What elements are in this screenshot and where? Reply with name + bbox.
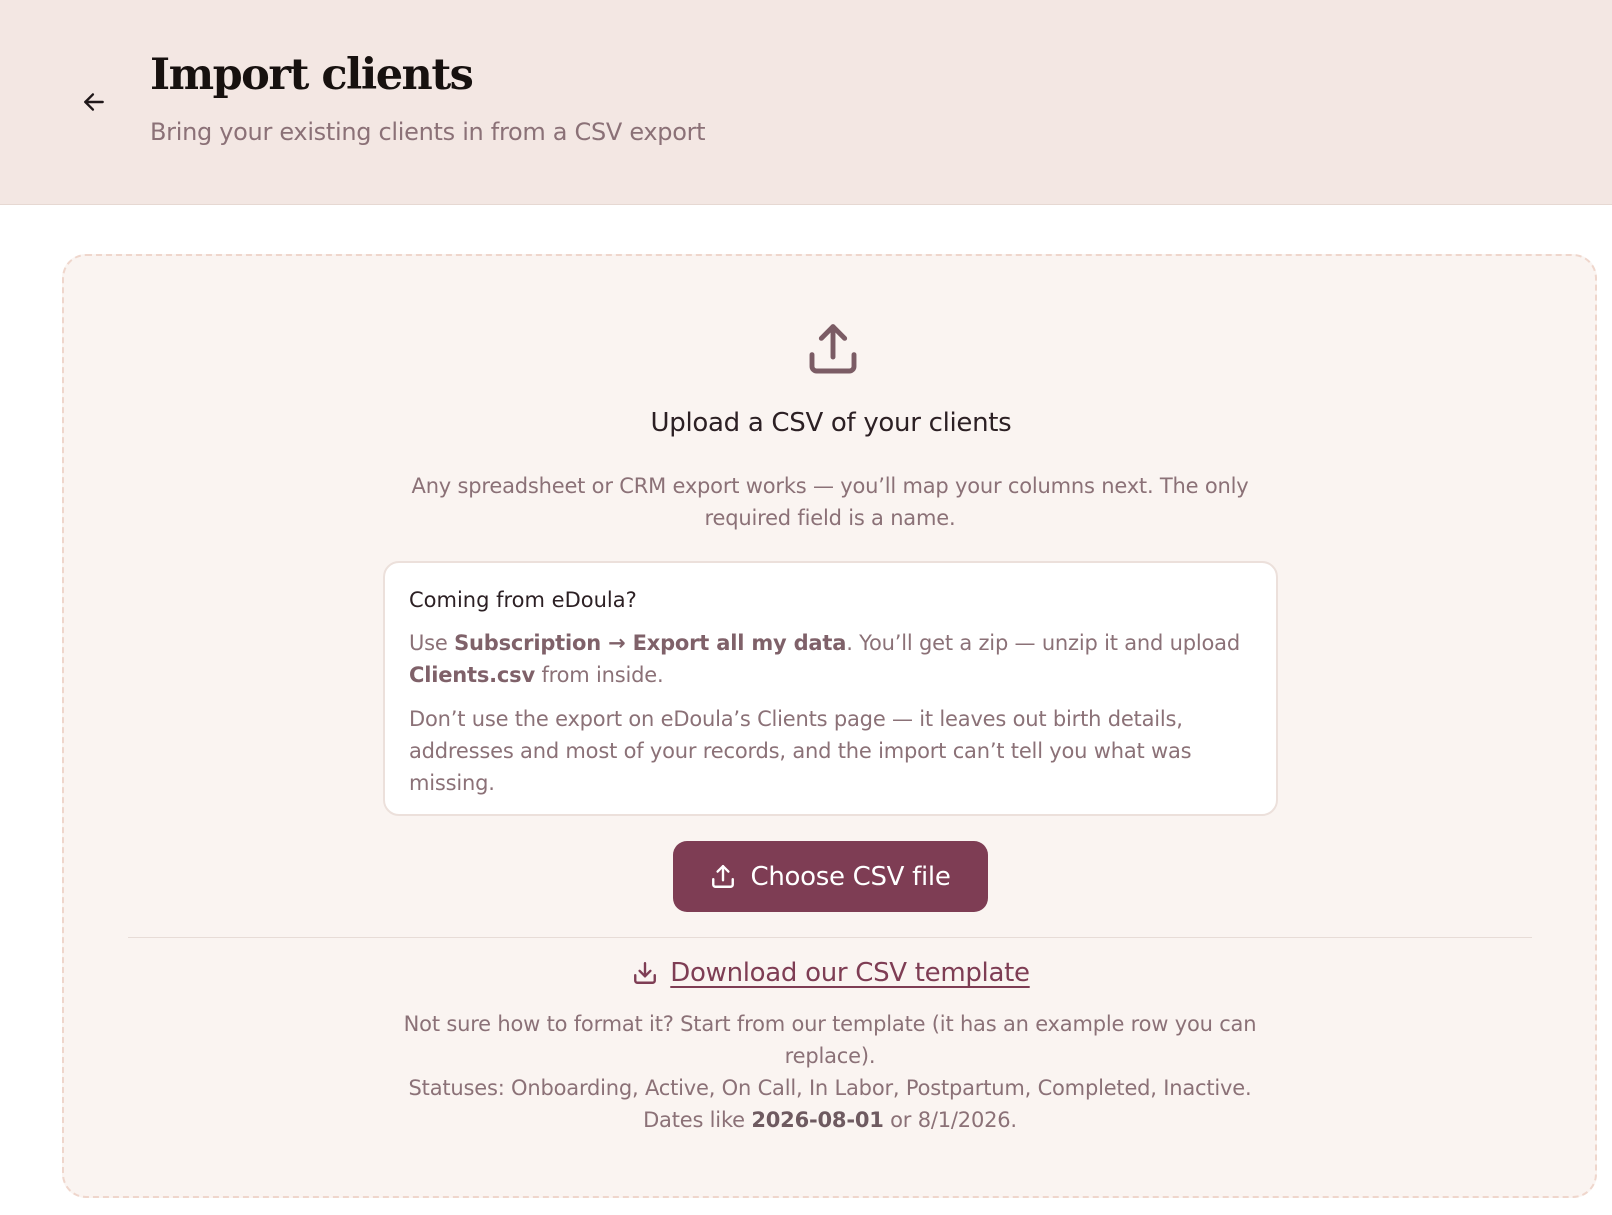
dates-suffix: or 8/1/2026. bbox=[883, 1108, 1017, 1132]
back-button[interactable] bbox=[76, 84, 112, 120]
date-example: 2026-08-01 bbox=[751, 1108, 884, 1132]
dates-note: Dates like 2026-08-01 or 8/1/2026. bbox=[380, 1104, 1280, 1136]
upload-description: Any spreadsheet or CRM export works — yo… bbox=[411, 474, 1249, 530]
instructions-text: Use bbox=[409, 631, 455, 655]
edoula-info-box: Coming from eDoula? Use Subscription → E… bbox=[383, 561, 1278, 816]
export-menu-path: Subscription → Export all my data bbox=[454, 631, 847, 655]
upload-icon bbox=[712, 864, 735, 888]
arrow-left-icon bbox=[84, 93, 104, 111]
section-divider bbox=[128, 937, 1532, 938]
dates-prefix: Dates like bbox=[643, 1108, 752, 1132]
download-icon bbox=[634, 962, 657, 984]
page-title: Import clients bbox=[150, 50, 474, 100]
template-note: Not sure how to format it? Start from ou… bbox=[403, 1012, 1257, 1068]
edoula-warning: Don’t use the export on eDoula’s Clients… bbox=[409, 707, 1192, 795]
page-header: Import clients Bring your existing clien… bbox=[0, 0, 1612, 205]
edoula-instructions: Use Subscription → Export all my data. Y… bbox=[409, 627, 1252, 691]
download-template-link[interactable]: Download our CSV template bbox=[0, 958, 1612, 988]
clients-file-name: Clients.csv bbox=[409, 663, 535, 687]
choose-csv-label: Choose CSV file bbox=[750, 861, 951, 892]
download-template-label: Download our CSV template bbox=[670, 958, 1030, 988]
upload-heading: Upload a CSV of your clients bbox=[650, 408, 1012, 438]
format-notes: Not sure how to format it? Start from ou… bbox=[380, 1008, 1280, 1136]
instructions-text: from inside. bbox=[534, 663, 664, 687]
upload-icon bbox=[809, 324, 857, 374]
choose-csv-button[interactable]: Choose CSV file bbox=[673, 841, 988, 912]
page-subtitle: Bring your existing clients in from a CS… bbox=[150, 118, 706, 146]
statuses-note: Statuses: Onboarding, Active, On Call, I… bbox=[408, 1076, 1252, 1100]
instructions-text: . You’ll get a zip — unzip it and upload bbox=[846, 631, 1240, 655]
edoula-box-title: Coming from eDoula? bbox=[409, 588, 637, 612]
